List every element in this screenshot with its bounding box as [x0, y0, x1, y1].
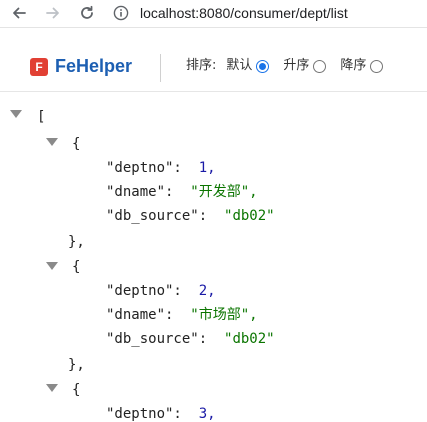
radio-default[interactable]	[256, 59, 270, 73]
object-open-brace: {	[72, 259, 81, 275]
json-row: "deptno": 3,	[106, 406, 216, 422]
object-close-brace: },	[68, 357, 85, 373]
collapse-object-toggle-icon[interactable]	[46, 138, 58, 146]
object-close-brace: },	[68, 234, 85, 250]
arrow-left-icon	[13, 7, 26, 19]
sort-options: 排序: 默认 升序 降序	[186, 56, 397, 76]
object-open-brace: {	[72, 136, 81, 152]
sort-option-label: 默认	[226, 58, 253, 73]
fehelper-logo-icon: F	[30, 58, 48, 76]
json-viewer: [ { "deptno": 1, "dname": "开发部", "db_sou…	[0, 102, 427, 422]
object-open-brace: {	[72, 382, 81, 398]
reload-icon	[81, 5, 93, 19]
back-button[interactable]	[8, 2, 30, 24]
address-bar-url[interactable]: localhost:8080/consumer/dept/list	[140, 4, 348, 22]
browser-toolbar: localhost:8080/consumer/dept/list	[0, 0, 427, 28]
sort-option-label: 升序	[283, 58, 310, 73]
collapse-object-toggle-icon[interactable]	[46, 262, 58, 270]
collapse-object-toggle-icon[interactable]	[46, 384, 58, 392]
json-row: "dname": "开发部",	[106, 184, 258, 200]
array-open-bracket: [	[37, 109, 46, 125]
sort-option-desc[interactable]: 降序	[340, 56, 384, 76]
reload-button[interactable]	[76, 2, 98, 24]
sort-option-default[interactable]: 默认	[226, 56, 270, 76]
collapse-array-toggle-icon[interactable]	[10, 110, 22, 118]
arrow-right-icon	[46, 7, 59, 19]
json-row: "dname": "市场部",	[106, 307, 258, 323]
json-row: "deptno": 2,	[106, 283, 216, 299]
sort-option-label: 降序	[340, 58, 367, 73]
fehelper-title: FeHelper	[55, 56, 133, 76]
radio-desc[interactable]	[370, 59, 384, 73]
sort-label: 排序:	[186, 58, 217, 73]
toolbar-divider	[160, 54, 161, 82]
json-row: "db_source": "db02"	[106, 208, 275, 224]
radio-asc[interactable]	[313, 59, 327, 73]
json-row: "db_source": "db02"	[106, 331, 275, 347]
fehelper-toolbar: F FeHelper 排序: 默认 升序 降序	[0, 40, 427, 92]
info-icon[interactable]	[113, 5, 129, 21]
json-row: "deptno": 1,	[106, 160, 216, 176]
sort-option-asc[interactable]: 升序	[283, 56, 327, 76]
forward-button[interactable]	[42, 2, 64, 24]
